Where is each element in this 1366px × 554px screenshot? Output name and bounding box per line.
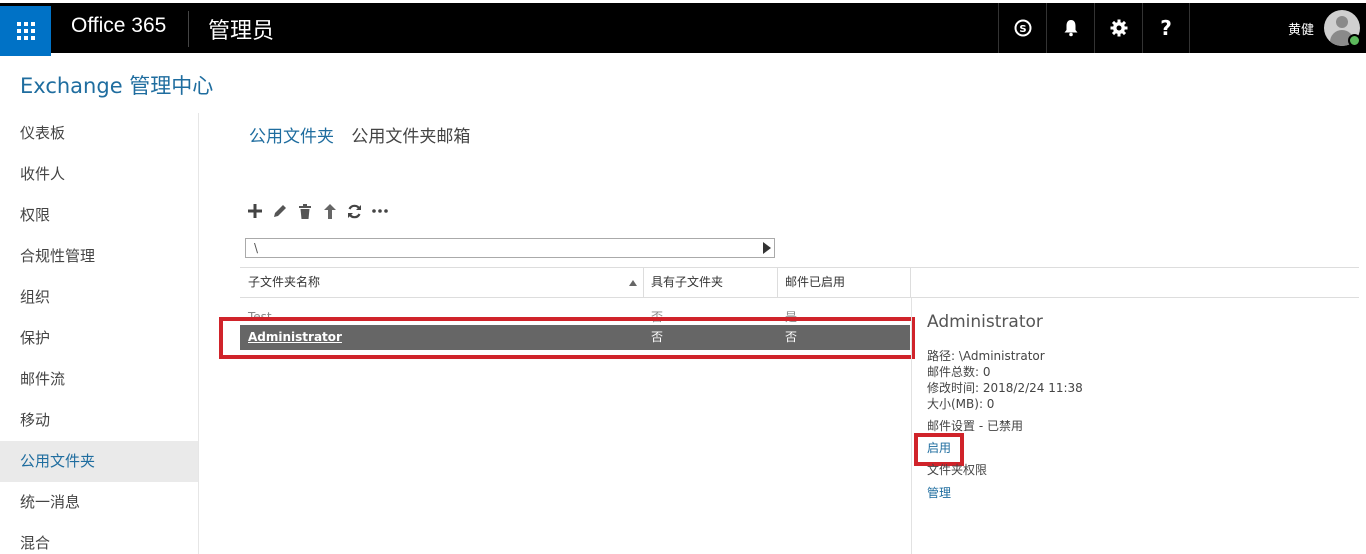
nav-item-dashboard[interactable]: 仪表板 <box>0 113 198 154</box>
help-button[interactable]: ? <box>1142 3 1190 53</box>
details-size: 大小(MB): 0 <box>927 397 995 411</box>
details-mail-settings: 邮件设置 - 已禁用 <box>927 419 1023 433</box>
trash-icon <box>298 203 311 219</box>
folder-path-value: \ <box>254 241 259 255</box>
svg-text:S: S <box>1019 24 1026 35</box>
waffle-icon <box>16 22 35 40</box>
refresh-icon <box>348 204 361 218</box>
edit-button[interactable] <box>267 200 292 222</box>
plus-icon <box>247 204 262 218</box>
nav-item-unified-messaging[interactable]: 统一消息 <box>0 482 198 523</box>
details-divider <box>911 298 912 554</box>
sort-ascending-icon <box>629 280 637 286</box>
manage-link[interactable]: 管理 <box>927 485 951 501</box>
help-icon: ? <box>1160 16 1172 40</box>
play-arrow-icon[interactable] <box>763 242 771 254</box>
column-divider <box>910 268 911 297</box>
details-path: 路径: \Administrator <box>927 349 1045 363</box>
skype-icon: S <box>1014 19 1031 37</box>
user-name[interactable]: 黄健 <box>1288 19 1314 38</box>
enable-link[interactable]: 启用 <box>927 440 951 456</box>
nav-item-protection[interactable]: 保护 <box>0 318 198 359</box>
avatar-head <box>1336 16 1348 28</box>
details-total-items: 邮件总数: 0 <box>927 365 991 379</box>
toolbar <box>242 200 392 222</box>
pencil-icon <box>273 205 286 217</box>
nav-item-organization[interactable]: 组织 <box>0 277 198 318</box>
more-icon <box>371 209 388 213</box>
topbar-icons: S ? <box>998 3 1190 53</box>
gear-icon <box>1110 19 1127 37</box>
tab-public-folder-mailboxes[interactable]: 公用文件夹邮箱 <box>351 122 470 147</box>
delete-button[interactable] <box>292 200 317 222</box>
nav-item-hybrid[interactable]: 混合 <box>0 523 198 554</box>
app-launcher-button[interactable] <box>0 6 51 56</box>
page-title: Exchange 管理中心 <box>20 74 214 98</box>
nav-item-recipients[interactable]: 收件人 <box>0 154 198 195</box>
column-header-subfolder-name[interactable]: 子文件夹名称 <box>240 268 640 297</box>
skype-button[interactable]: S <box>998 3 1046 53</box>
add-button[interactable] <box>242 200 267 222</box>
column-header-mail-enabled[interactable]: 邮件已启用 <box>777 268 910 297</box>
nav-item-mail-flow[interactable]: 邮件流 <box>0 359 198 400</box>
details-pane: Administrator 路径: \Administrator 邮件总数: 0… <box>927 312 1347 501</box>
office365-brand[interactable]: Office 365 <box>71 14 166 38</box>
details-modified: 修改时间: 2018/2/24 11:38 <box>927 381 1083 395</box>
details-title: Administrator <box>927 312 1043 332</box>
nav-item-public-folders[interactable]: 公用文件夹 <box>0 441 198 482</box>
refresh-button[interactable] <box>342 200 367 222</box>
details-folder-permissions: 文件夹权限 <box>927 463 988 477</box>
left-navigation: 仪表板 收件人 权限 合规性管理 组织 保护 邮件流 移动 公用文件夹 统一消息… <box>0 113 199 554</box>
nav-item-compliance[interactable]: 合规性管理 <box>0 236 198 277</box>
highlight-box-selected-row <box>219 317 915 359</box>
column-header-has-subfolders[interactable]: 具有子文件夹 <box>643 268 777 297</box>
nav-item-mobile[interactable]: 移动 <box>0 400 198 441</box>
notifications-button[interactable] <box>1046 3 1094 53</box>
nav-item-permissions[interactable]: 权限 <box>0 195 198 236</box>
folder-path-field[interactable]: \ <box>245 238 775 258</box>
arrow-up-icon <box>323 203 336 219</box>
settings-button[interactable] <box>1094 3 1142 53</box>
move-up-button[interactable] <box>317 200 342 222</box>
app-title[interactable]: 管理员 <box>208 13 274 45</box>
tab-public-folders[interactable]: 公用文件夹 <box>249 122 334 147</box>
bell-icon <box>1064 20 1077 37</box>
brand-divider <box>188 11 189 47</box>
presence-status-icon <box>1348 34 1361 47</box>
table-header: 子文件夹名称 具有子文件夹 邮件已启用 <box>240 267 1359 298</box>
more-button[interactable] <box>367 200 392 222</box>
tab-bar: 公用文件夹 公用文件夹邮箱 <box>249 122 482 147</box>
